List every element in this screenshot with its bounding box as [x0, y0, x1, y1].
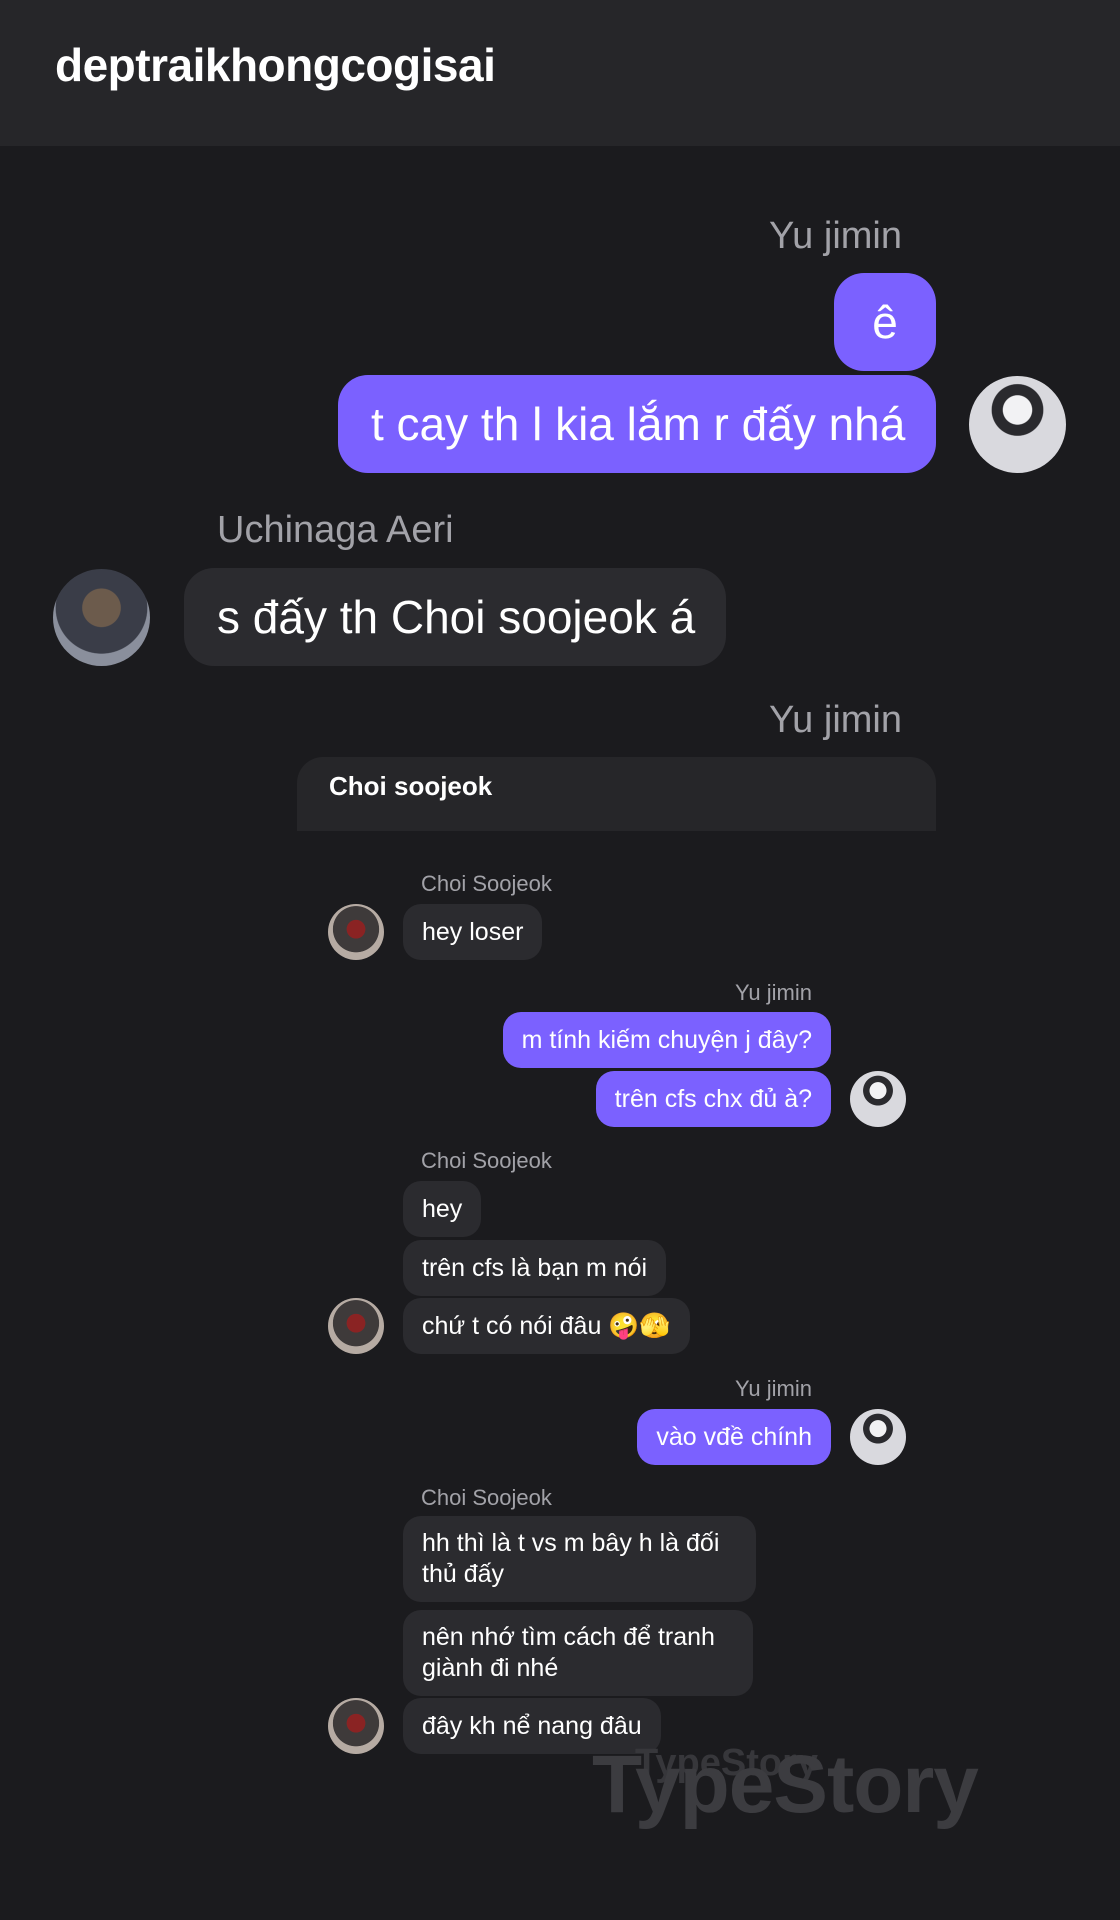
sender-name: Uchinaga Aeri	[217, 509, 454, 551]
message-bubble: hh thì là t vs m bây h là đối thủ đấy	[403, 1516, 756, 1602]
shared-chat-header[interactable]: Choi soojeok	[297, 757, 936, 831]
message-bubble: vào vđề chính	[637, 1409, 831, 1465]
sender-name: Choi Soojeok	[421, 871, 552, 896]
chat-title: deptraikhongcogisai	[55, 39, 496, 91]
avatar-yu-jimin[interactable]	[969, 376, 1066, 473]
sender-name: Choi Soojeok	[421, 1148, 552, 1173]
avatar-choi-soojeok	[328, 1698, 384, 1754]
message-bubble[interactable]: s đấy th Choi soojeok á	[184, 568, 726, 666]
message-bubble: trên cfs chx đủ à?	[595, 1071, 831, 1127]
message-bubble[interactable]: ê	[834, 273, 936, 371]
sender-name: Yu jimin	[768, 215, 902, 257]
top-bar: deptraikhongcogisai	[0, 0, 1120, 146]
sender-name: Yu jimin	[734, 1376, 812, 1401]
avatar-choi-soojeok	[328, 1298, 384, 1354]
message-bubble: nên nhớ tìm cách để tranh giành đi nhé	[403, 1610, 753, 1696]
sender-name: Yu jimin	[734, 980, 812, 1005]
message-bubble: m tính kiếm chuyện j đây?	[502, 1012, 831, 1068]
avatar-yu-jimin	[850, 1071, 906, 1127]
message-bubble[interactable]: t cay th l kia lắm r đấy nhá	[338, 375, 936, 473]
message-bubble: chứ t có nói đâu 🤪🫣	[403, 1298, 690, 1354]
message-bubble: hey loser	[403, 904, 543, 960]
avatar-yu-jimin	[850, 1409, 906, 1465]
avatar-uchinaga-aeri[interactable]	[53, 569, 150, 666]
avatar-choi-soojeok	[328, 904, 384, 960]
shared-chat-title: Choi soojeok	[329, 771, 493, 801]
sender-name: Yu jimin	[768, 699, 902, 741]
message-bubble: hey	[403, 1181, 482, 1237]
message-bubble: trên cfs là bạn m nói	[403, 1240, 667, 1296]
watermark-logo: TypeStory	[592, 1739, 979, 1830]
sender-name: Choi Soojeok	[421, 1485, 552, 1510]
